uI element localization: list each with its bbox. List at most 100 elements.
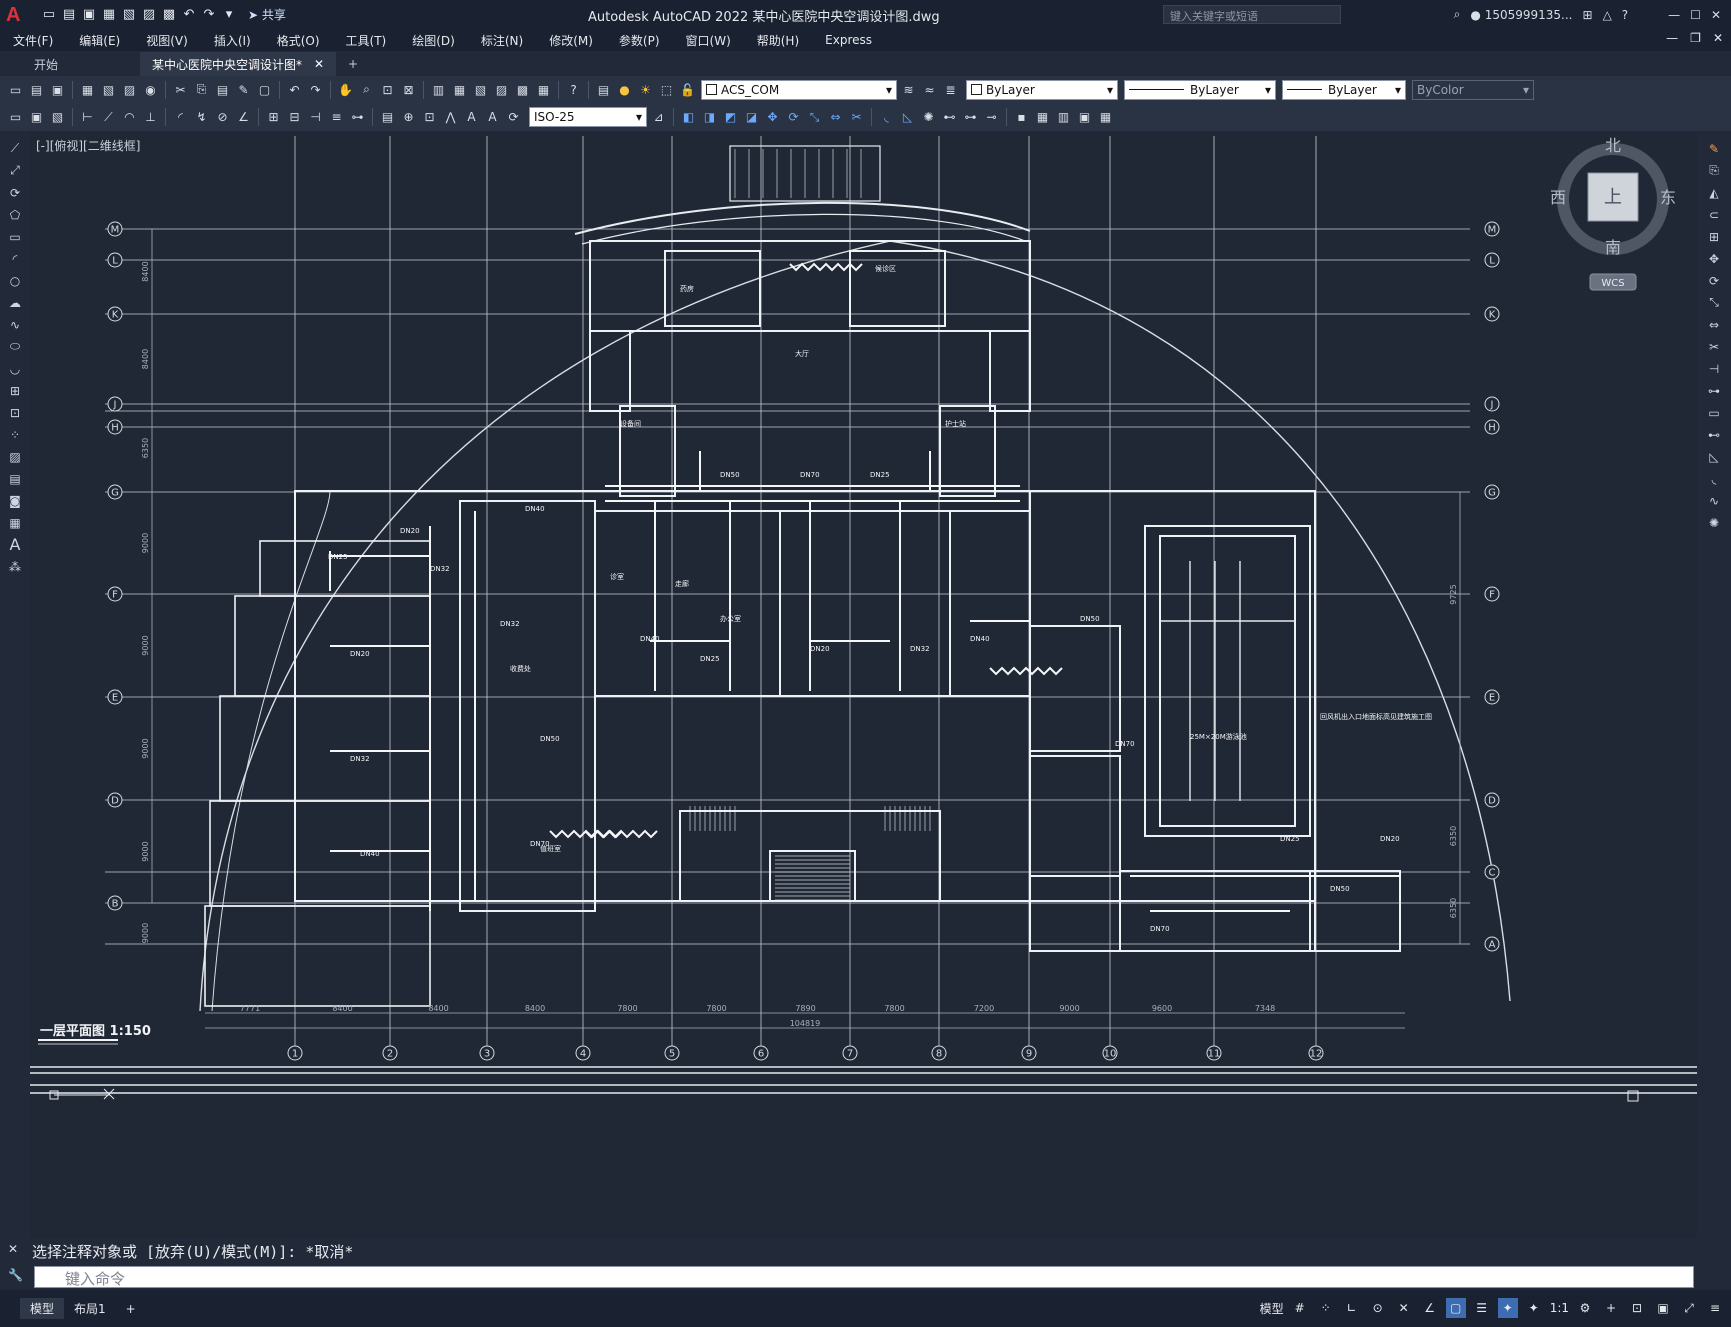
chamfer-icon[interactable]: ◺ [1705,447,1723,466]
open-icon[interactable]: ▤ [27,80,46,99]
isolate-icon[interactable]: ⊡ [1627,1298,1647,1318]
paste-icon[interactable]: ▤ [213,80,232,99]
scale-icon[interactable]: ⤡ [1705,293,1723,312]
new-file-icon[interactable]: ▭ [40,6,58,24]
clean-screen-icon[interactable]: ⤢ [1679,1298,1699,1318]
aligned-dim-icon[interactable]: ⟋ [99,108,118,127]
ellipse-icon[interactable]: ⬭ [6,337,24,356]
share-button[interactable]: ➤ 共享 [248,6,286,23]
osnap-icon[interactable]: ▢ [1445,1298,1466,1318]
customize-menu-icon[interactable]: ≡ [1705,1298,1725,1318]
cut-icon[interactable]: ✂ [171,80,190,99]
ortho-icon[interactable]: ∟ [1342,1298,1362,1318]
zoom-realtime-icon[interactable]: ⌕ [357,80,376,99]
region-icon[interactable]: ▣ [1075,108,1094,127]
copy-icon[interactable]: ⎘ [192,80,211,99]
new-tab-button[interactable]: + [336,52,370,76]
menu-help[interactable]: 帮助(H) [744,32,812,49]
blend-icon[interactable]: ∿ [1705,491,1723,510]
polar-icon[interactable]: ⊙ [1368,1298,1388,1318]
close-icon[interactable]: ✕ [1711,8,1721,22]
viewcube[interactable]: 上 北 南 东 西 WCS [1550,136,1676,291]
dim-update-icon[interactable]: ⟳ [504,108,523,127]
circle-icon[interactable]: ○ [6,271,24,290]
arc-icon[interactable]: ◜ [6,249,24,268]
pan-icon[interactable]: ✋ [336,80,355,99]
offset-icon[interactable]: ◩ [721,108,740,127]
help-icon[interactable]: ? [1622,8,1628,22]
layer-previous-icon[interactable]: ≈ [920,80,939,99]
save-block-icon[interactable]: ▣ [27,108,46,127]
hatch-icon[interactable]: ▨ [6,447,24,466]
break-icon[interactable]: ⊶ [961,108,980,127]
inspection-icon[interactable]: ⊡ [420,108,439,127]
line-icon[interactable]: ⟋ [6,139,24,158]
undo-icon[interactable]: ↶ [180,6,198,24]
dim-text-edit-icon[interactable]: A [483,108,502,127]
join-icon[interactable]: ⊷ [940,108,959,127]
properties-icon[interactable]: ▥ [429,80,448,99]
maximize-icon[interactable]: ☐ [1690,8,1701,22]
join-icon[interactable]: ⊷ [1705,425,1723,444]
publish-icon[interactable]: ▨ [120,80,139,99]
doc-minimize-icon[interactable]: — [1666,31,1678,45]
save-as-icon[interactable]: ▦ [100,6,118,24]
quick-dim-icon[interactable]: ⊞ [264,108,283,127]
table-icon[interactable]: ▦ [6,513,24,532]
save-icon[interactable]: ▣ [80,6,98,24]
add-selected-icon[interactable]: ⁂ [6,557,24,576]
stretch-icon[interactable]: ⇔ [1705,315,1723,334]
dimstyle-manager-icon[interactable]: ⊿ [649,108,668,127]
doc-close-icon[interactable]: ✕ [1713,31,1723,45]
zoom-window-icon[interactable]: ⊡ [378,80,397,99]
block-editor-icon[interactable]: ▢ [255,80,274,99]
table-icon[interactable]: ▦ [1096,108,1115,127]
gradient-icon[interactable]: ▥ [1054,108,1073,127]
tolerance-icon[interactable]: ▤ [378,108,397,127]
array-icon[interactable]: ⊞ [1705,227,1723,246]
open-file-icon[interactable]: ▤ [60,6,78,24]
markup-icon[interactable]: ▩ [513,80,532,99]
plus-icon[interactable]: + [1601,1298,1621,1318]
spline-icon[interactable]: ∿ [6,315,24,334]
layout-tab-model[interactable]: 模型 [20,1298,65,1319]
diameter-dim-icon[interactable]: ⊘ [213,108,232,127]
menu-file[interactable]: 文件(F) [0,32,66,49]
jogged-linear-icon[interactable]: ⋀ [441,108,460,127]
doc-restore-icon[interactable]: ❐ [1690,31,1701,45]
autocad-logo-icon[interactable]: A [6,4,28,26]
undo-icon[interactable]: ↶ [285,80,304,99]
3d-print-icon[interactable]: ◉ [141,80,160,99]
design-center-icon[interactable]: ▦ [450,80,469,99]
fillet-icon[interactable]: ◟ [1705,469,1723,488]
layer-properties-icon[interactable]: ▤ [594,80,613,99]
continue-dim-icon[interactable]: ⊣ [306,108,325,127]
add-layout-button[interactable]: + [116,1300,146,1318]
menu-draw[interactable]: 绘图(D) [399,32,468,49]
grid-icon[interactable]: # [1290,1298,1310,1318]
user-account-button[interactable]: ● 1505999135... [1470,8,1572,22]
ellipse-arc-icon[interactable]: ◡ [6,359,24,378]
menu-window[interactable]: 窗口(W) [673,32,744,49]
minimize-icon[interactable]: — [1668,8,1680,22]
break-icon[interactable]: ▭ [1705,403,1723,422]
plot-icon[interactable]: ▨ [140,6,158,24]
make-current-layer-icon[interactable]: ≋ [899,80,918,99]
construction-line-icon[interactable]: ⤢ [6,161,24,180]
command-input[interactable]: 键入命令 [34,1266,1694,1288]
hatch-icon[interactable]: ▦ [1033,108,1052,127]
gradient-icon[interactable]: ▤ [6,469,24,488]
region-icon[interactable]: ◙ [6,491,24,510]
linetype-select[interactable]: ByLayer ▾ [1124,79,1276,100]
tab-close-icon[interactable]: ✕ [314,57,324,71]
linear-dim-icon[interactable]: ⊢ [78,108,97,127]
publish-icon[interactable]: ▧ [120,6,138,24]
scale-icon[interactable]: ⤡ [805,108,824,127]
angular-dim-icon[interactable]: ∠ [234,108,253,127]
zoom-previous-icon[interactable]: ⊠ [399,80,418,99]
point-icon[interactable]: ⁘ [6,425,24,444]
tool-palettes-icon[interactable]: ▧ [471,80,490,99]
lineweight-select[interactable]: ByLayer ▾ [1282,79,1406,100]
edit-block-icon[interactable]: ▭ [6,108,25,127]
plot-icon[interactable]: ▦ [78,80,97,99]
